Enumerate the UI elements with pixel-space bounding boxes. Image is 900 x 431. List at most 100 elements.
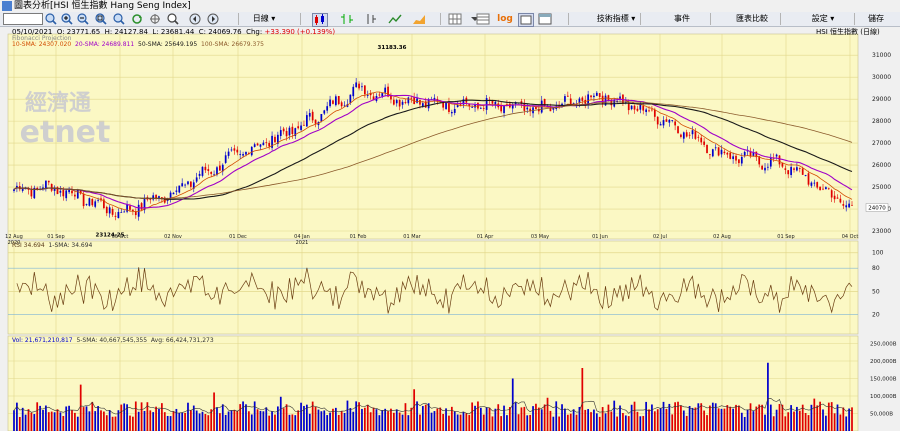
symbol-input[interactable] [3, 13, 43, 25]
volume-bar [363, 407, 366, 431]
settings-menu[interactable]: 設定 ▾ [810, 13, 836, 25]
volume-bar [13, 410, 15, 431]
volume-bar [198, 413, 201, 431]
chart-type-select[interactable]: 日線 ▾ [246, 13, 282, 25]
volume-bar [108, 410, 111, 431]
window-icon[interactable] [538, 13, 552, 25]
volume-bar [85, 406, 88, 431]
table-icon[interactable] [476, 13, 490, 25]
compare-button[interactable]: 匯表比較 [736, 13, 768, 25]
candle-body [671, 120, 674, 121]
candlestick-icon[interactable] [312, 13, 328, 27]
hlc-bar-icon[interactable] [364, 13, 378, 25]
candle-body [117, 211, 120, 219]
volume-bar [456, 414, 459, 431]
candle-body [796, 167, 798, 171]
volume-bar [671, 414, 674, 431]
chart-area[interactable]: 經濟通etnet23000240002500026000270002800029… [0, 27, 900, 431]
candle-body [308, 112, 311, 117]
candle-body [842, 204, 845, 206]
zoom-fit-icon[interactable] [94, 13, 108, 25]
forward-icon[interactable] [206, 13, 220, 25]
grid-icon[interactable] [448, 13, 462, 25]
candle-body [807, 173, 810, 185]
volume-bar [21, 407, 24, 431]
rsi-legend: RSI 34.694 1-SMA: 34.694 [12, 242, 93, 249]
date-tick-label: 04 Oct [842, 234, 859, 240]
candle-body [839, 198, 842, 203]
date-tick-label: 01 Sep [777, 234, 794, 240]
volume-bar [401, 414, 404, 431]
toolbar: 日線 ▾ log 技術指標 ▾ 事件 匯表比較 設定 ▾ 儲存 [0, 12, 900, 27]
chart-svg[interactable]: 經濟通etnet23000240002500026000270002800029… [0, 27, 900, 431]
volume-bar [703, 410, 705, 431]
zoom-reset-icon[interactable] [112, 13, 126, 25]
volume-bar [590, 412, 592, 431]
volume-bar [50, 411, 53, 431]
volume-bar [140, 402, 143, 431]
volume-bar [291, 414, 294, 431]
volume-bar [572, 409, 575, 431]
volume-bar [503, 405, 505, 431]
candle-body [50, 183, 53, 191]
volume-bar [459, 414, 462, 431]
volume-bar [593, 409, 595, 431]
candle-body [213, 174, 215, 176]
candle-body [564, 96, 566, 102]
search-icon[interactable] [166, 13, 180, 25]
crosshair-icon[interactable] [148, 13, 162, 25]
magnifier-icon[interactable] [44, 13, 58, 25]
volume-bar [436, 408, 439, 431]
candle-body [401, 101, 404, 105]
volume-bar [746, 409, 749, 431]
volume-bar [659, 407, 662, 431]
volume-bar [479, 407, 482, 431]
volume-bar [56, 409, 59, 431]
volume-bar [755, 406, 758, 431]
back-icon[interactable] [188, 13, 202, 25]
split-view-icon[interactable] [518, 13, 534, 27]
candle-body [688, 134, 691, 136]
candle-body [798, 168, 801, 169]
candle-body [300, 125, 302, 130]
volume-bar [175, 408, 178, 431]
candle-body [204, 166, 207, 171]
volume-bar [76, 416, 79, 431]
indicators-menu[interactable]: 技術指標 ▾ [594, 13, 638, 25]
volume-bar [166, 415, 169, 431]
volume-bar [711, 402, 714, 431]
volume-bar [158, 409, 160, 431]
volume-bar [691, 407, 694, 431]
volume-bar [129, 415, 131, 431]
ohlc-bar-icon[interactable] [340, 13, 354, 25]
volume-bar [419, 414, 421, 431]
save-button[interactable]: 儲存 [866, 13, 886, 25]
volume-bar [297, 410, 300, 431]
zoom-out-icon[interactable] [76, 13, 90, 25]
candle-body [639, 104, 642, 110]
candle-body [648, 110, 650, 112]
candle-body [801, 168, 804, 175]
refresh-icon[interactable] [130, 13, 144, 25]
area-chart-icon[interactable] [412, 13, 426, 25]
volume-bar [726, 405, 729, 431]
volume-bar [358, 402, 360, 431]
rsi-tick-label: 50 [872, 288, 880, 295]
ma-legend: 10-SMA: 24307.020 20-SMA: 24689.811 50-S… [12, 41, 264, 49]
candle-body [590, 95, 592, 98]
volume-bar [245, 404, 247, 431]
candle-body [184, 184, 186, 186]
zoom-in-icon[interactable] [60, 13, 74, 25]
log-scale-button[interactable]: log [494, 13, 516, 25]
line-chart-icon[interactable] [388, 13, 402, 25]
candle-body [526, 107, 529, 110]
title-bar: 圖表分析[HSI 恒生指數 Hang Seng Index] [0, 0, 900, 12]
volume-bar [833, 413, 836, 431]
events-button[interactable]: 事件 [670, 13, 694, 25]
volume-bar [224, 414, 227, 431]
volume-bar [294, 415, 297, 431]
candle-body [633, 105, 636, 110]
candle-body [239, 154, 242, 155]
volume-bar [282, 408, 285, 431]
volume-bar [36, 402, 39, 431]
